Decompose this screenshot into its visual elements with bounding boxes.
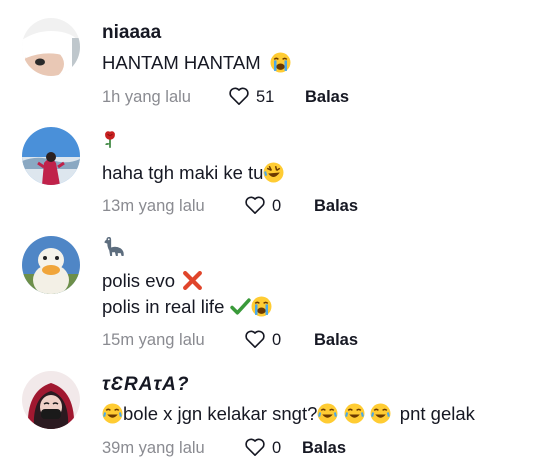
avatar[interactable] [22, 236, 80, 294]
like-button[interactable]: 0 [244, 329, 281, 350]
tears-of-joy-icon [317, 403, 338, 424]
rolling-on-floor-laughing-icon [263, 162, 284, 183]
like-count: 51 [256, 88, 275, 106]
tears-of-joy-icon [102, 403, 123, 424]
comment-text-line: haha tgh maki ke tu [102, 162, 264, 183]
heart-outline-icon [245, 196, 265, 214]
like-button[interactable]: 51 [228, 86, 274, 107]
avatar[interactable] [22, 127, 80, 185]
reply-button[interactable]: Balas [314, 197, 358, 216]
cross-mark-icon [183, 271, 203, 290]
comment-text: polis evo [102, 270, 203, 292]
heart-outline-icon [245, 330, 265, 348]
reply-button[interactable]: Balas [302, 439, 346, 458]
timestamp: 1h yang lalu [102, 88, 191, 106]
comment-text-line: polis in real life [102, 296, 225, 317]
reply-button[interactable]: Balas [314, 331, 358, 350]
heart-outline-icon [229, 87, 249, 105]
like-button[interactable]: 0 [244, 195, 281, 216]
username[interactable] [102, 236, 126, 257]
tears-of-joy-icon [370, 403, 391, 424]
username[interactable]: τƐRAτA? [102, 374, 190, 396]
comment-text: polis in real life [102, 296, 272, 318]
timestamp: 13m yang lalu [102, 197, 205, 215]
reply-button[interactable]: Balas [305, 88, 349, 107]
loudly-crying-face-icon [251, 296, 271, 317]
timestamp: 15m yang lalu [102, 331, 205, 349]
avatar[interactable] [22, 18, 80, 76]
comment-text: HANTAM HANTAM [102, 52, 291, 74]
avatar[interactable] [22, 371, 80, 429]
check-mark-icon [229, 298, 251, 315]
like-button[interactable]: 0 [244, 437, 281, 458]
comment-text-line: pnt gelak [399, 403, 475, 424]
loudly-crying-face-icon [270, 52, 291, 73]
username[interactable] [102, 128, 118, 150]
like-count: 0 [272, 197, 282, 215]
comment-text: bole x jgn kelakar sngt? pnt gelak [102, 403, 475, 425]
like-count: 0 [272, 331, 282, 349]
comment-text-line: HANTAM HANTAM [102, 52, 261, 73]
comment-text-line: polis evo [102, 270, 176, 291]
username[interactable]: niaaaa [102, 22, 161, 44]
tears-of-joy-icon [344, 403, 364, 424]
rose-icon [105, 131, 115, 148]
comment-text: haha tgh maki ke tu [102, 162, 284, 184]
dinosaur-icon [104, 236, 124, 257]
like-count: 0 [272, 439, 282, 457]
heart-outline-icon [245, 438, 265, 456]
comment-text-line: bole x jgn kelakar sngt? [123, 403, 318, 424]
timestamp: 39m yang lalu [102, 439, 205, 457]
